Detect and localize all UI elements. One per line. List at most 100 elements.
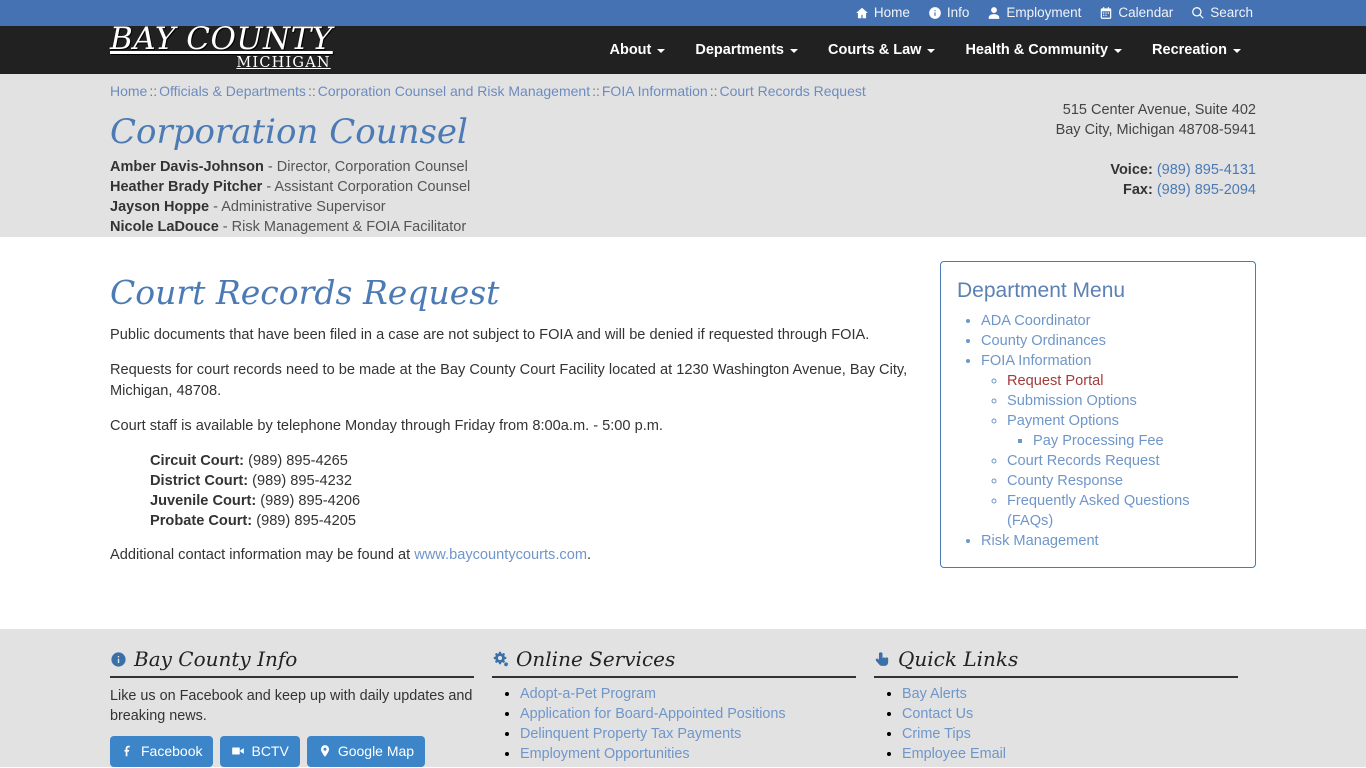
department-staff-list: Amber Davis-Johnson - Director, Corporat… — [110, 157, 1256, 237]
voice-number[interactable]: (989) 895-4131 — [1157, 162, 1256, 178]
utility-link-info[interactable]: Info — [928, 5, 970, 21]
breadcrumb-separator: :: — [307, 83, 316, 99]
footer-link[interactable]: Contact Us — [902, 706, 973, 722]
sidebar-item-foia-information[interactable]: FOIA Information Request Portal Submissi… — [981, 351, 1239, 531]
nav-item-health-community[interactable]: Health & Community — [950, 32, 1137, 68]
footer-heading-info: Bay County Info — [110, 647, 474, 678]
footer-link[interactable]: Adopt-a-Pet Program — [520, 686, 656, 702]
breadcrumb-item-2[interactable]: Corporation Counsel and Risk Management — [318, 83, 590, 99]
sidebar-item-label[interactable]: Submission Options — [1007, 393, 1137, 409]
utility-link-employment[interactable]: Employment — [987, 6, 1081, 20]
list-item[interactable]: Bay Alerts — [902, 684, 1238, 704]
nav-item-recreation[interactable]: Recreation — [1137, 32, 1256, 68]
footer-link[interactable]: Delinquent Property Tax Payments — [520, 726, 741, 742]
staff-name: Jayson Hoppe — [110, 198, 210, 215]
sidebar-item-label[interactable]: ADA Coordinator — [981, 313, 1091, 329]
google-map-button[interactable]: Google Map — [306, 736, 426, 767]
address-line-1: 515 Center Avenue, Suite 402 — [1062, 102, 1256, 118]
info-circle-icon — [929, 7, 941, 19]
baycountycourts-link[interactable]: www.baycountycourts.com — [414, 547, 587, 563]
sidebar-item-label[interactable]: County Response — [1007, 473, 1123, 489]
court-label: District Court: — [150, 473, 249, 490]
site-logo-line1: BAY COUNTY — [110, 21, 333, 57]
pointing-hand-icon — [875, 651, 889, 666]
list-item[interactable]: Application for Board-Appointed Position… — [520, 704, 856, 724]
sidebar-item-request-portal[interactable]: Request Portal — [1007, 371, 1239, 391]
sidebar-item-label[interactable]: Court Records Request — [1007, 453, 1160, 469]
additional-contact-paragraph: Additional contact information may be fo… — [110, 545, 920, 566]
facebook-icon — [124, 746, 130, 757]
footer-link[interactable]: Bay Alerts — [902, 686, 967, 702]
info-circle-icon — [111, 651, 126, 667]
foia-submenu: Request Portal Submission Options Paymen… — [981, 371, 1239, 531]
sidebar-item-county-ordinances[interactable]: County Ordinances — [981, 331, 1239, 351]
footer-link[interactable]: Employment Opportunities — [520, 746, 690, 762]
list-item[interactable]: Employment Opportunities — [520, 744, 856, 764]
sidebar-item-label[interactable]: County Ordinances — [981, 333, 1106, 349]
breadcrumb-item-4[interactable]: Court Records Request — [719, 83, 865, 99]
court-phone: (989) 895-4265 — [248, 453, 348, 470]
nav-item-departments-label: Departments — [695, 42, 784, 58]
sidebar-item-label[interactable]: Request Portal — [1007, 373, 1104, 389]
staff-role: - Director, Corporation Counsel — [263, 158, 468, 175]
footer-link[interactable]: Application for Board-Appointed Position… — [520, 706, 786, 722]
sidebar-item-ada-coordinator[interactable]: ADA Coordinator — [981, 311, 1239, 331]
sidebar-item-county-response[interactable]: County Response — [1007, 471, 1239, 491]
additional-contact-suffix: . — [586, 547, 592, 564]
nav-item-courts-law[interactable]: Courts & Law — [813, 32, 950, 68]
sidebar-item-label[interactable]: Payment Options — [1007, 413, 1119, 429]
nav-item-about[interactable]: About — [594, 32, 680, 68]
facebook-button[interactable]: Facebook — [110, 736, 214, 767]
utility-link-info-label: Info — [946, 5, 970, 21]
list-item[interactable]: Contact Us — [902, 704, 1238, 724]
footer-col-bay-county-info: Bay County Info Like us on Facebook and … — [110, 647, 492, 767]
utility-link-calendar[interactable]: Calendar — [1099, 6, 1173, 20]
content-area: Court Records Request Public documents t… — [0, 237, 1366, 629]
home-icon — [856, 7, 868, 19]
utility-link-search[interactable]: Search — [1191, 6, 1253, 20]
breadcrumb-item-0[interactable]: Home — [110, 83, 147, 99]
footer-link[interactable]: Crime Tips — [902, 726, 971, 742]
court-phone-row: District Court: (989) 895-4232 — [150, 471, 920, 491]
court-phone-list: Circuit Court: (989) 895-4265 District C… — [150, 451, 920, 531]
sidebar-item-submission-options[interactable]: Submission Options — [1007, 391, 1239, 411]
chevron-down-icon — [657, 49, 666, 53]
list-item[interactable]: FOIA — [902, 764, 1238, 767]
sidebar-item-risk-management[interactable]: Risk Management — [981, 531, 1239, 551]
list-item[interactable]: Employee Email — [902, 744, 1238, 764]
footer-quick-links-list: Bay Alerts Contact Us Crime Tips Employe… — [874, 684, 1238, 767]
list-item[interactable]: Delinquent Property Tax Payments — [520, 724, 856, 744]
footer-link[interactable]: Employee Email — [902, 746, 1006, 762]
list-item[interactable]: Adopt-a-Pet Program — [520, 684, 856, 704]
sidebar-item-court-records-request[interactable]: Court Records Request — [1007, 451, 1239, 471]
intro-paragraph-2: Requests for court records need to be ma… — [110, 362, 908, 400]
sidebar-item-faqs[interactable]: Frequently Asked Questions (FAQs) — [1007, 491, 1239, 531]
intro-paragraph-1: Public documents that have been filed in… — [110, 327, 870, 344]
utility-link-home[interactable]: Home — [855, 6, 910, 20]
staff-name: Amber Davis-Johnson — [110, 158, 264, 175]
staff-row: Jayson Hoppe - Administrative Supervisor — [110, 197, 1256, 217]
sidebar-item-payment-options[interactable]: Payment Options Pay Processing Fee — [1007, 411, 1239, 451]
sidebar-item-label[interactable]: Pay Processing Fee — [1033, 433, 1164, 449]
voice-row: Voice: (989) 895-4131 — [1110, 160, 1256, 180]
fax-number[interactable]: (989) 895-2094 — [1157, 182, 1256, 198]
sidebar-item-label[interactable]: Risk Management — [981, 533, 1099, 549]
sidebar-item-pay-processing-fee[interactable]: Pay Processing Fee — [1033, 431, 1239, 451]
list-item[interactable]: Interactive County Mapping System — [520, 764, 856, 767]
sidebar-item-label[interactable]: Frequently Asked Questions (FAQs) — [1007, 493, 1190, 529]
footer-link[interactable]: Interactive County Mapping System — [520, 766, 747, 767]
nav-item-departments[interactable]: Departments — [680, 32, 813, 68]
nav-item-recreation-label: Recreation — [1152, 42, 1227, 58]
utility-link-home-label: Home — [873, 5, 910, 21]
list-item[interactable]: Crime Tips — [902, 724, 1238, 744]
site-logo[interactable]: BAY COUNTY MICHIGAN — [110, 24, 333, 71]
court-label: Juvenile Court: — [150, 493, 257, 510]
footer-link[interactable]: FOIA — [902, 766, 936, 767]
sidebar-item-label[interactable]: FOIA Information — [981, 353, 1091, 369]
bctv-button-label: BCTV — [251, 743, 289, 759]
department-phones: Voice: (989) 895-4131 Fax: (989) 895-209… — [1110, 160, 1256, 200]
fax-label: Fax: — [1122, 182, 1153, 198]
breadcrumb-item-1[interactable]: Officials & Departments — [159, 83, 306, 99]
breadcrumb-item-3[interactable]: FOIA Information — [602, 83, 708, 99]
bctv-button[interactable]: BCTV — [220, 736, 300, 767]
